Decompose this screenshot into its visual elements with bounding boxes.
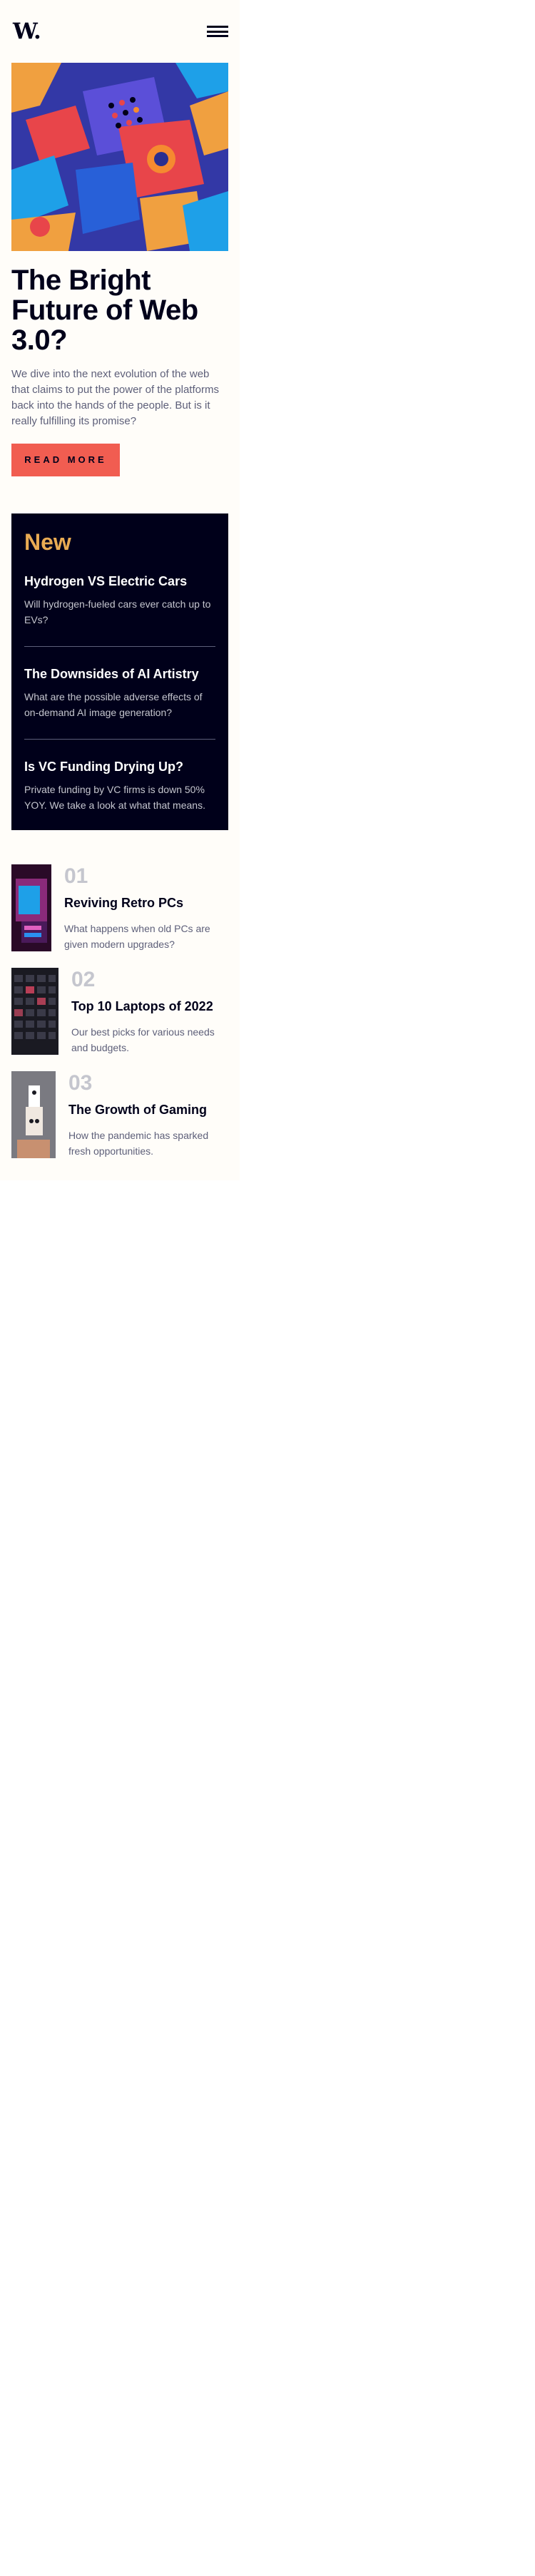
new-item: The Downsides of AI Artistry What are th…	[24, 667, 215, 720]
new-articles-panel: New Hydrogen VS Electric Cars Will hydro…	[11, 513, 228, 830]
new-item-title[interactable]: Is VC Funding Drying Up?	[24, 760, 215, 775]
top-article-description: What happens when old PCs are given mode…	[64, 923, 210, 950]
new-item-description: Will hydrogen-fueled cars ever catch up …	[24, 598, 211, 625]
top-article-number: 02	[71, 968, 96, 991]
new-heading: New	[24, 529, 71, 555]
menu-bar	[207, 30, 228, 33]
hero-illustration	[11, 63, 228, 251]
laptop-thumbnail[interactable]	[11, 968, 58, 1055]
top-article-description: Our best picks for various needs and bud…	[71, 1026, 215, 1053]
top-article-title[interactable]: Top 10 Laptops of 2022	[71, 999, 228, 1014]
new-item: Hydrogen VS Electric Cars Will hydrogen-…	[24, 574, 215, 628]
hero-description: We dive into the next evolution of the w…	[11, 368, 219, 427]
top-article-description: How the pandemic has sparked fresh oppor…	[68, 1130, 209, 1157]
top-article-body: 01 Reviving Retro PCs What happens when …	[51, 864, 228, 952]
new-item-title[interactable]: The Downsides of AI Artistry	[24, 667, 215, 682]
hero-image	[11, 63, 228, 251]
top-article: 01 Reviving Retro PCs What happens when …	[11, 864, 228, 952]
new-item: Is VC Funding Drying Up? Private funding…	[24, 760, 215, 813]
top-article-number: 01	[64, 864, 88, 888]
gaming-thumbnail[interactable]	[11, 1071, 56, 1158]
hero-title: The Bright Future of Web 3.0?	[11, 265, 198, 356]
menu-bar	[207, 35, 228, 37]
top-article: 03 The Growth of Gaming How the pandemic…	[11, 1071, 228, 1159]
retro-pc-image	[11, 864, 51, 951]
main-content: W. The Bright Future of Web 3.0? We dive…	[0, 0, 240, 1180]
gaming-controller-image	[11, 1071, 56, 1158]
menu-bar	[207, 26, 228, 28]
divider	[24, 646, 215, 647]
top-articles-list: 01 Reviving Retro PCs What happens when …	[11, 864, 228, 1180]
top-article: 02 Top 10 Laptops of 2022 Our best picks…	[11, 968, 228, 1056]
top-article-body: 02 Top 10 Laptops of 2022 Our best picks…	[58, 968, 228, 1056]
page: W. The Bright Future of Web 3.0? We dive…	[0, 0, 535, 2576]
top-article-title[interactable]: The Growth of Gaming	[68, 1103, 228, 1118]
top-article-number: 03	[68, 1071, 93, 1095]
top-article-title[interactable]: Reviving Retro PCs	[64, 896, 228, 911]
logo[interactable]: W.	[13, 19, 41, 44]
new-item-description: What are the possible adverse effects of…	[24, 691, 203, 718]
laptop-keyboard-image	[11, 968, 58, 1055]
site-header: W.	[0, 0, 240, 63]
hamburger-menu-icon[interactable]	[207, 26, 228, 37]
new-item-description: Private funding by VC firms is down 50% …	[24, 784, 205, 811]
read-more-button[interactable]: READ MORE	[11, 444, 120, 476]
retro-pc-thumbnail[interactable]	[11, 864, 51, 951]
new-item-title[interactable]: Hydrogen VS Electric Cars	[24, 574, 215, 589]
divider	[24, 739, 215, 740]
top-article-body: 03 The Growth of Gaming How the pandemic…	[56, 1071, 228, 1159]
